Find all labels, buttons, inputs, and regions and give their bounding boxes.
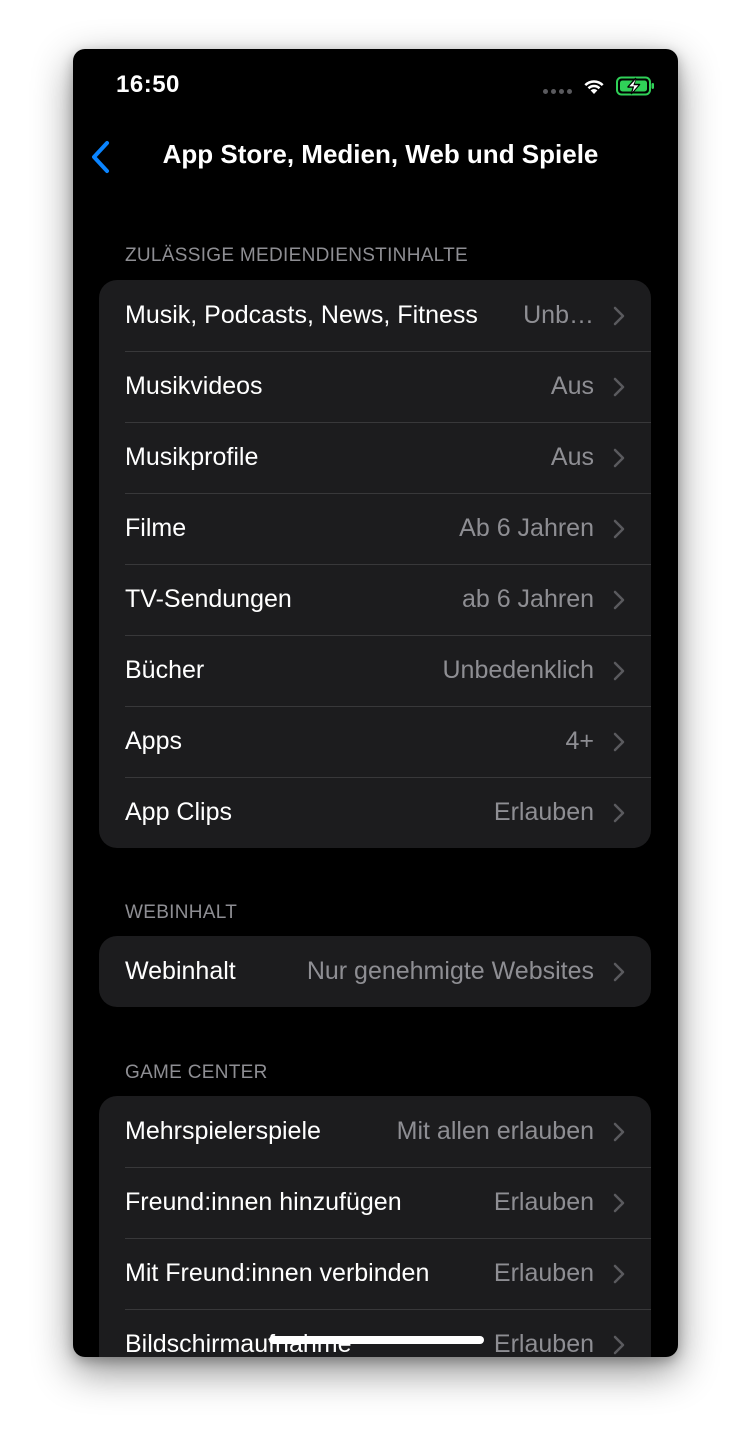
row-value: Nur genehmigte Websites — [306, 957, 594, 985]
row-label: App Clips — [125, 798, 232, 826]
chevron-right-icon — [613, 306, 625, 325]
phone-screen: 16:50 App Store, Medien, Web und Spiele … — [73, 49, 678, 1357]
battery-charging-icon — [616, 76, 654, 96]
chevron-right-icon — [613, 377, 625, 396]
status-icons — [543, 75, 656, 97]
row-value: Erlauben — [493, 1330, 594, 1357]
row-multiplayer-games[interactable]: Mehrspielerspiele Mit allen erlauben — [99, 1096, 651, 1167]
chevron-right-icon — [613, 519, 625, 538]
chevron-right-icon — [613, 1264, 625, 1283]
row-label: TV-Sendungen — [125, 585, 292, 613]
back-chevron-icon[interactable] — [85, 137, 115, 177]
row-music-videos[interactable]: Musikvideos Aus — [99, 351, 651, 422]
home-indicator[interactable] — [269, 1336, 484, 1344]
chevron-right-icon — [613, 803, 625, 822]
row-label: Webinhalt — [125, 957, 236, 985]
section-header-media-content: ZULÄSSIGE MEDIENDIENSTINHALTE — [125, 245, 469, 266]
row-value: Unb… — [523, 301, 594, 329]
chevron-right-icon — [613, 732, 625, 751]
row-value: ab 6 Jahren — [461, 585, 594, 613]
row-value: Erlauben — [493, 1259, 594, 1287]
web-content-group: Webinhalt Nur genehmigte Websites — [99, 936, 651, 1007]
row-value: Unbedenklich — [442, 656, 595, 684]
game-center-group: Mehrspielerspiele Mit allen erlauben Fre… — [99, 1096, 651, 1357]
section-header-web-content: WEBINHALT — [125, 902, 238, 923]
status-time: 16:50 — [116, 71, 180, 98]
cellular-signal-icon — [543, 88, 572, 94]
row-label: Apps — [125, 727, 182, 755]
row-apps[interactable]: Apps 4+ — [99, 706, 651, 777]
row-books[interactable]: Bücher Unbedenklich — [99, 635, 651, 706]
row-label: Mehrspielerspiele — [125, 1117, 321, 1145]
row-value: Aus — [550, 372, 594, 400]
row-connect-friends[interactable]: Mit Freund:innen verbinden Erlauben — [99, 1238, 651, 1309]
row-label: Bücher — [125, 656, 205, 684]
row-music-profiles[interactable]: Musikprofile Aus — [99, 422, 651, 493]
chevron-right-icon — [613, 661, 625, 680]
row-music-podcasts[interactable]: Musik, Podcasts, News, Fitness Unb… — [99, 280, 651, 351]
chevron-right-icon — [613, 1193, 625, 1212]
row-add-friends[interactable]: Freund:innen hinzufügen Erlauben — [99, 1167, 651, 1238]
wifi-icon — [584, 80, 604, 94]
row-value: Erlauben — [493, 798, 594, 826]
section-header-game-center: GAME CENTER — [125, 1062, 268, 1083]
row-label: Musik, Podcasts, News, Fitness — [125, 301, 478, 329]
row-label: Mit Freund:innen verbinden — [125, 1259, 430, 1287]
chevron-right-icon — [613, 590, 625, 609]
row-label: Freund:innen hinzufügen — [125, 1188, 402, 1216]
row-movies[interactable]: Filme Ab 6 Jahren — [99, 493, 651, 564]
chevron-right-icon — [613, 1335, 625, 1354]
page-title: App Store, Medien, Web und Spiele — [162, 139, 599, 169]
row-tv-shows[interactable]: TV-Sendungen ab 6 Jahren — [99, 564, 651, 635]
row-label: Musikvideos — [125, 372, 263, 400]
row-value: Aus — [550, 443, 594, 471]
row-label: Filme — [125, 514, 187, 542]
row-value: Erlauben — [493, 1188, 594, 1216]
row-label: Musikprofile — [125, 443, 259, 471]
chevron-right-icon — [613, 1122, 625, 1141]
row-app-clips[interactable]: App Clips Erlauben — [99, 777, 651, 848]
row-screen-recording[interactable]: Bildschirmaufnahme Erlauben — [99, 1309, 651, 1357]
chevron-right-icon — [613, 448, 625, 467]
media-content-group: Musik, Podcasts, News, Fitness Unb… Musi… — [99, 280, 651, 848]
row-value: Ab 6 Jahren — [459, 514, 594, 542]
row-value: 4+ — [565, 727, 594, 755]
row-value: Mit allen erlauben — [396, 1117, 594, 1145]
chevron-right-icon — [613, 962, 625, 981]
row-web-content[interactable]: Webinhalt Nur genehmigte Websites — [99, 936, 651, 1007]
